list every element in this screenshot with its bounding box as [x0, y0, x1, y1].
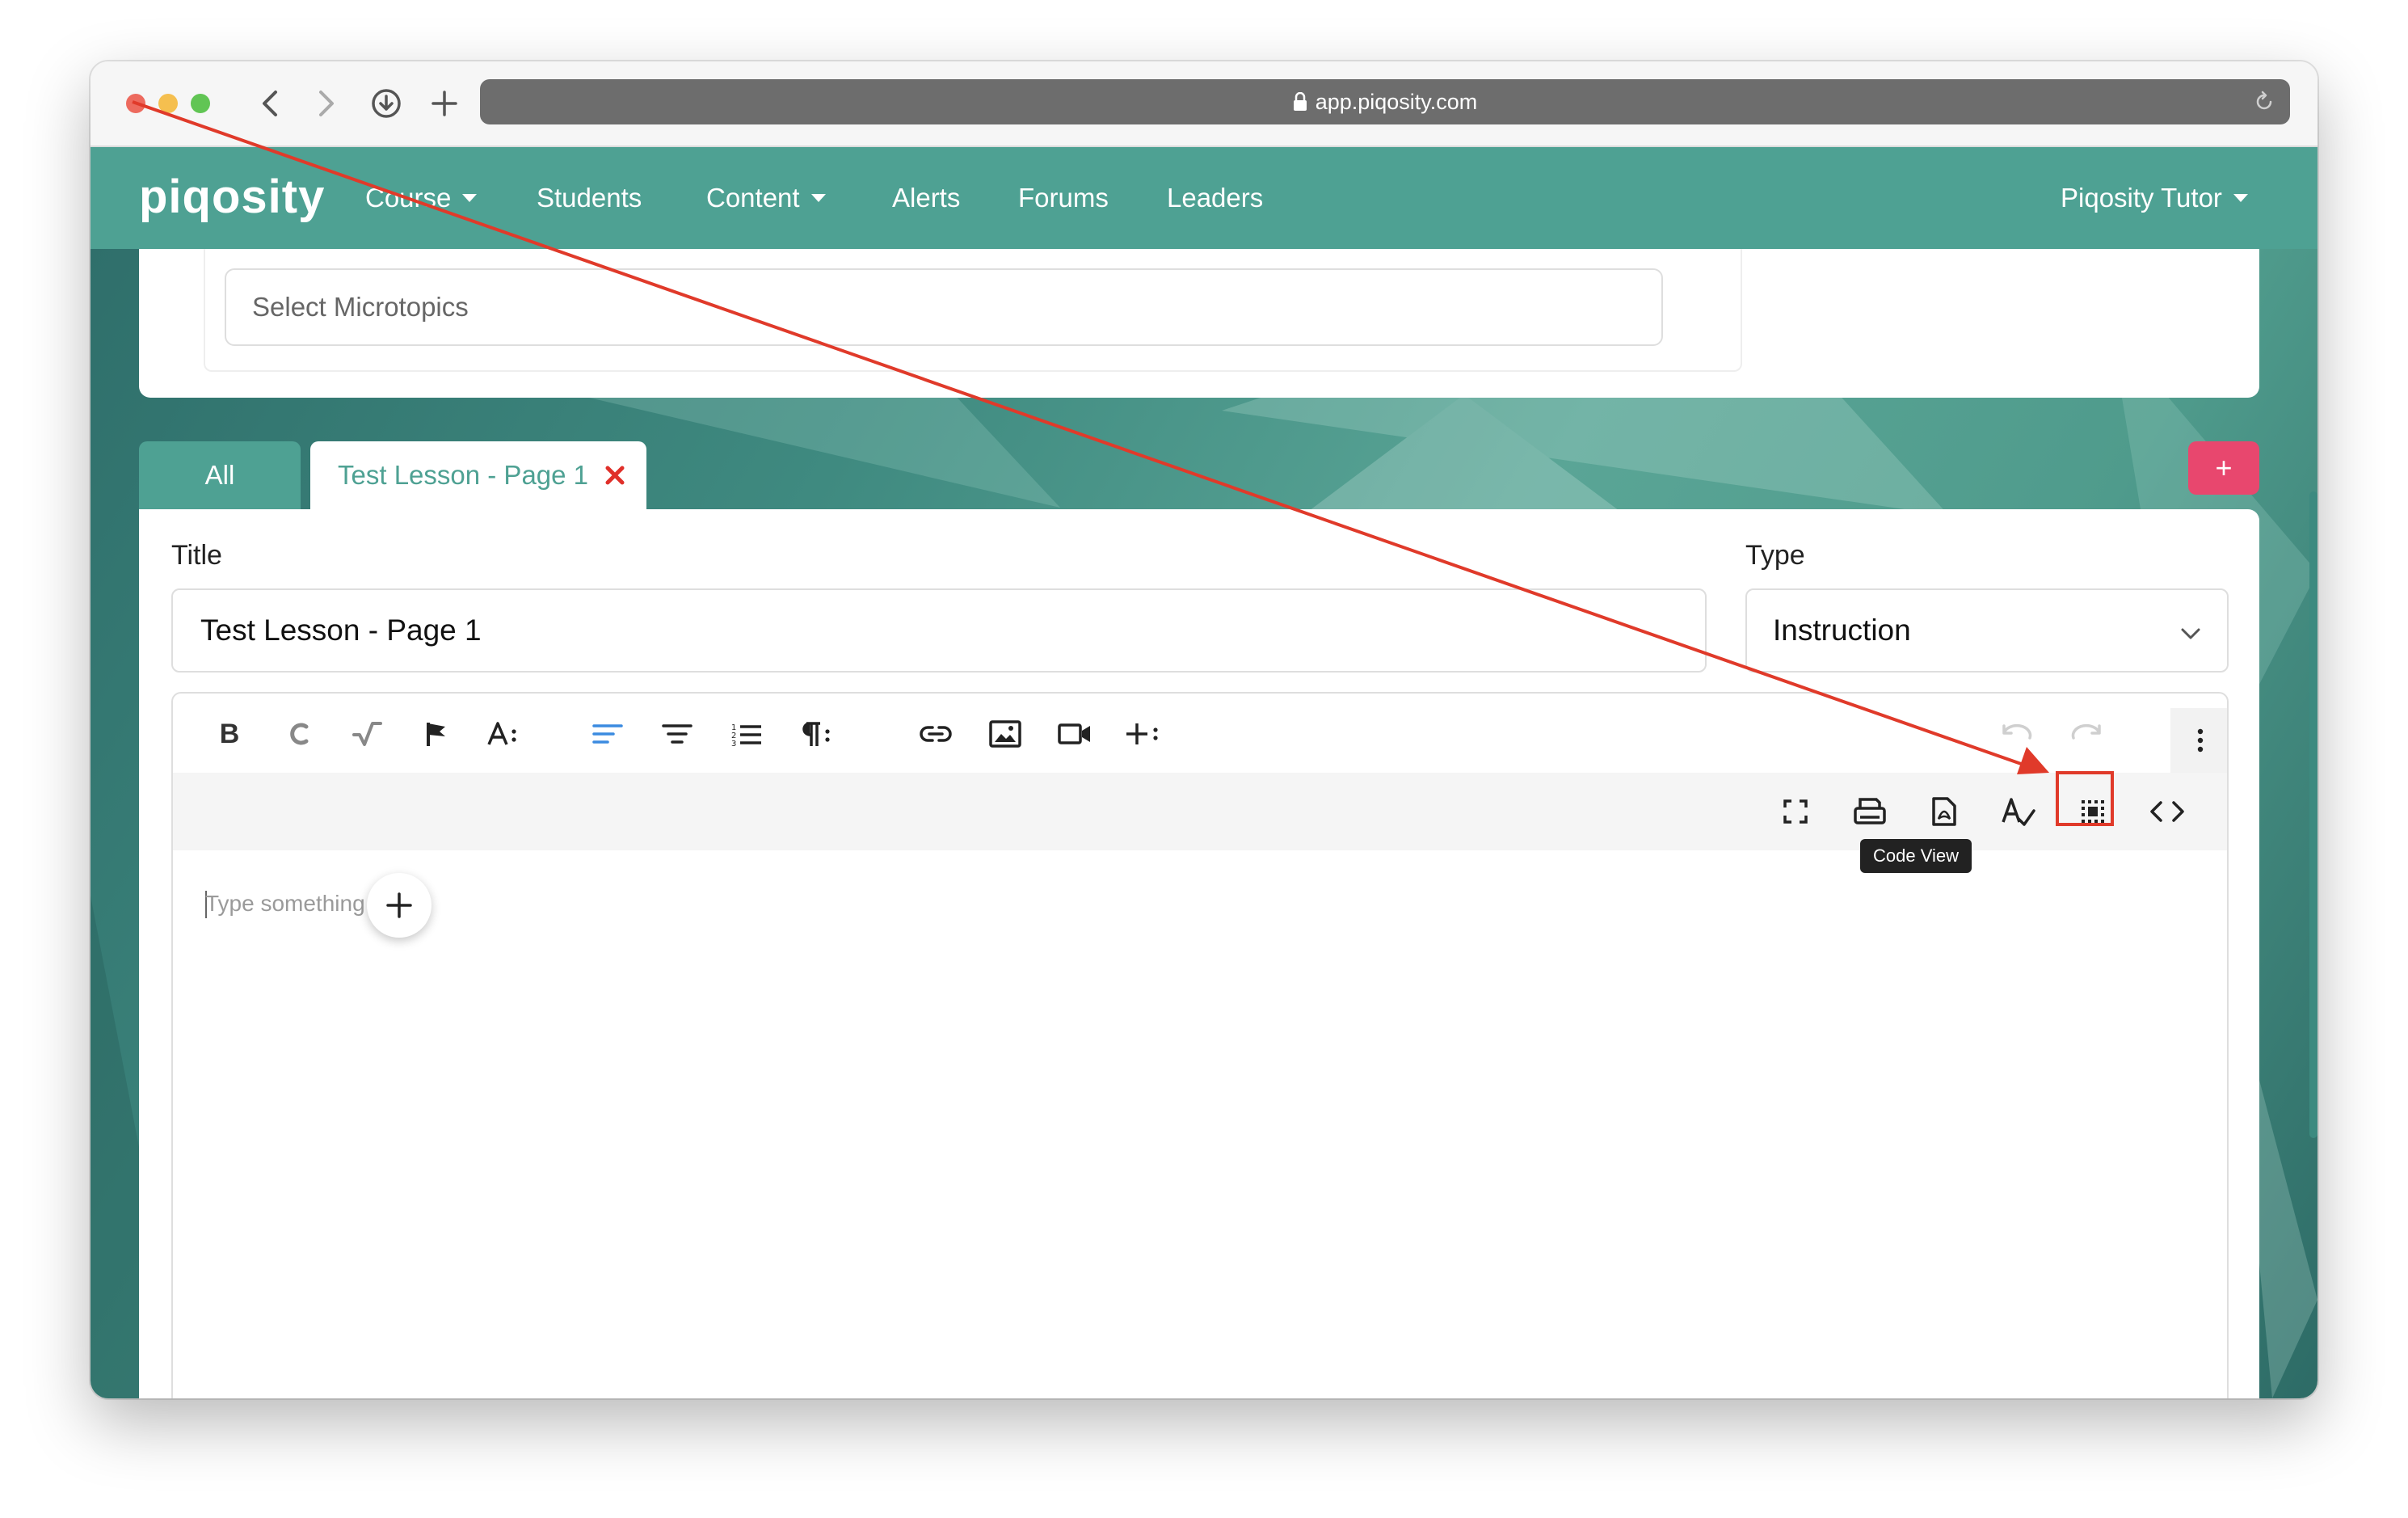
quick-insert-button[interactable] [367, 873, 432, 938]
svg-text:3: 3 [731, 740, 736, 747]
tab-all[interactable]: All [139, 441, 301, 509]
fullscreen-icon[interactable] [1771, 787, 1820, 836]
nav-alerts-label: Alerts [892, 183, 961, 213]
flag-icon[interactable] [412, 710, 461, 758]
user-menu-label: Piqosity Tutor [2061, 183, 2222, 213]
nav-students[interactable]: Students [537, 183, 642, 213]
font-size-icon[interactable] [480, 710, 528, 758]
type-label: Type [1745, 540, 1805, 571]
chevron-down-icon [2180, 614, 2201, 647]
maximize-window-button[interactable] [191, 94, 210, 113]
browser-titlebar: app.piqosity.com [91, 61, 2317, 147]
title-input[interactable]: Test Lesson - Page 1 [171, 588, 1707, 673]
ordered-list-icon[interactable]: 123 [722, 710, 771, 758]
tab-test-lesson[interactable]: Test Lesson - Page 1 [310, 441, 646, 509]
help-icon[interactable]: ? [2217, 787, 2227, 836]
nav-alerts[interactable]: Alerts [892, 183, 960, 213]
nav-forums-label: Forums [1018, 183, 1109, 213]
lesson-page-card: Title Type Test Lesson - Page 1 Instruct… [139, 509, 2259, 1398]
forward-icon[interactable] [305, 82, 347, 124]
editor-toolbar-primary: B 1 2 3 [173, 694, 2227, 773]
spellcheck-icon[interactable] [1994, 787, 2043, 836]
lock-icon [1293, 92, 1307, 112]
nav-leaders-label: Leaders [1167, 183, 1264, 213]
link-icon[interactable] [911, 710, 960, 758]
align-center-icon[interactable] [653, 710, 701, 758]
app-navbar: piqosity Course Students Content Alerts … [91, 147, 2317, 249]
video-icon[interactable] [1050, 710, 1099, 758]
close-window-button[interactable] [126, 94, 145, 113]
add-page-button[interactable]: + [2188, 441, 2259, 495]
type-select-value: Instruction [1773, 614, 1911, 647]
type-select[interactable]: Instruction [1745, 588, 2229, 673]
image-icon[interactable] [981, 710, 1029, 758]
browser-window: app.piqosity.com piqosity Course Student… [91, 61, 2317, 1398]
microtopics-group: Select Microtopics [204, 249, 1742, 372]
back-icon[interactable] [249, 82, 291, 124]
code-view-tooltip: Code View [1860, 839, 1972, 873]
pdf-export-icon[interactable] [1920, 787, 1968, 836]
chevron-down-icon [462, 194, 478, 202]
annotation-highlight-box [2056, 771, 2114, 826]
align-left-icon[interactable] [583, 710, 632, 758]
main-content: Select Microtopics All Test Lesson - Pag… [91, 249, 2317, 1398]
undo-icon[interactable] [1993, 710, 2041, 758]
download-icon[interactable] [365, 82, 407, 124]
redo-icon[interactable] [2062, 710, 2111, 758]
nav-forums[interactable]: Forums [1018, 183, 1109, 213]
nav-leaders[interactable]: Leaders [1167, 183, 1263, 213]
url-text: app.piqosity.com [1315, 89, 1478, 114]
nav-course-label: Course [365, 183, 452, 213]
editor-placeholder[interactable]: Type something [205, 891, 365, 917]
microtopics-select[interactable]: Select Microtopics [225, 268, 1663, 346]
nav-students-label: Students [537, 183, 642, 213]
chevron-down-icon [2233, 194, 2248, 202]
page-scrollbar[interactable] [2309, 491, 2317, 1138]
nav-course[interactable]: Course [365, 183, 478, 213]
user-menu[interactable]: Piqosity Tutor [2061, 183, 2248, 213]
nav-content-label: Content [706, 183, 800, 213]
print-icon[interactable] [1846, 787, 1894, 836]
insert-more-icon[interactable] [1120, 710, 1168, 758]
new-tab-icon[interactable] [423, 82, 465, 124]
paragraph-format-icon[interactable] [792, 710, 840, 758]
nav-content[interactable]: Content [706, 183, 826, 213]
math-icon[interactable] [343, 710, 391, 758]
tab-test-lesson-label: Test Lesson - Page 1 [338, 460, 589, 490]
brand-logo[interactable]: piqosity [139, 170, 325, 224]
chemistry-icon[interactable] [275, 710, 323, 758]
code-view-icon[interactable] [2143, 787, 2191, 836]
address-bar[interactable]: app.piqosity.com [480, 79, 2290, 124]
rich-text-editor: B 1 2 3 Type something [171, 692, 2229, 1398]
more-options-icon[interactable] [2170, 708, 2227, 773]
close-icon[interactable] [604, 465, 625, 486]
minimize-window-button[interactable] [158, 94, 178, 113]
bold-icon[interactable]: B [205, 710, 254, 758]
chevron-down-icon [810, 194, 826, 202]
reload-icon[interactable] [2253, 91, 2275, 119]
title-label: Title [171, 540, 222, 571]
microtopics-card: Select Microtopics [139, 249, 2259, 398]
